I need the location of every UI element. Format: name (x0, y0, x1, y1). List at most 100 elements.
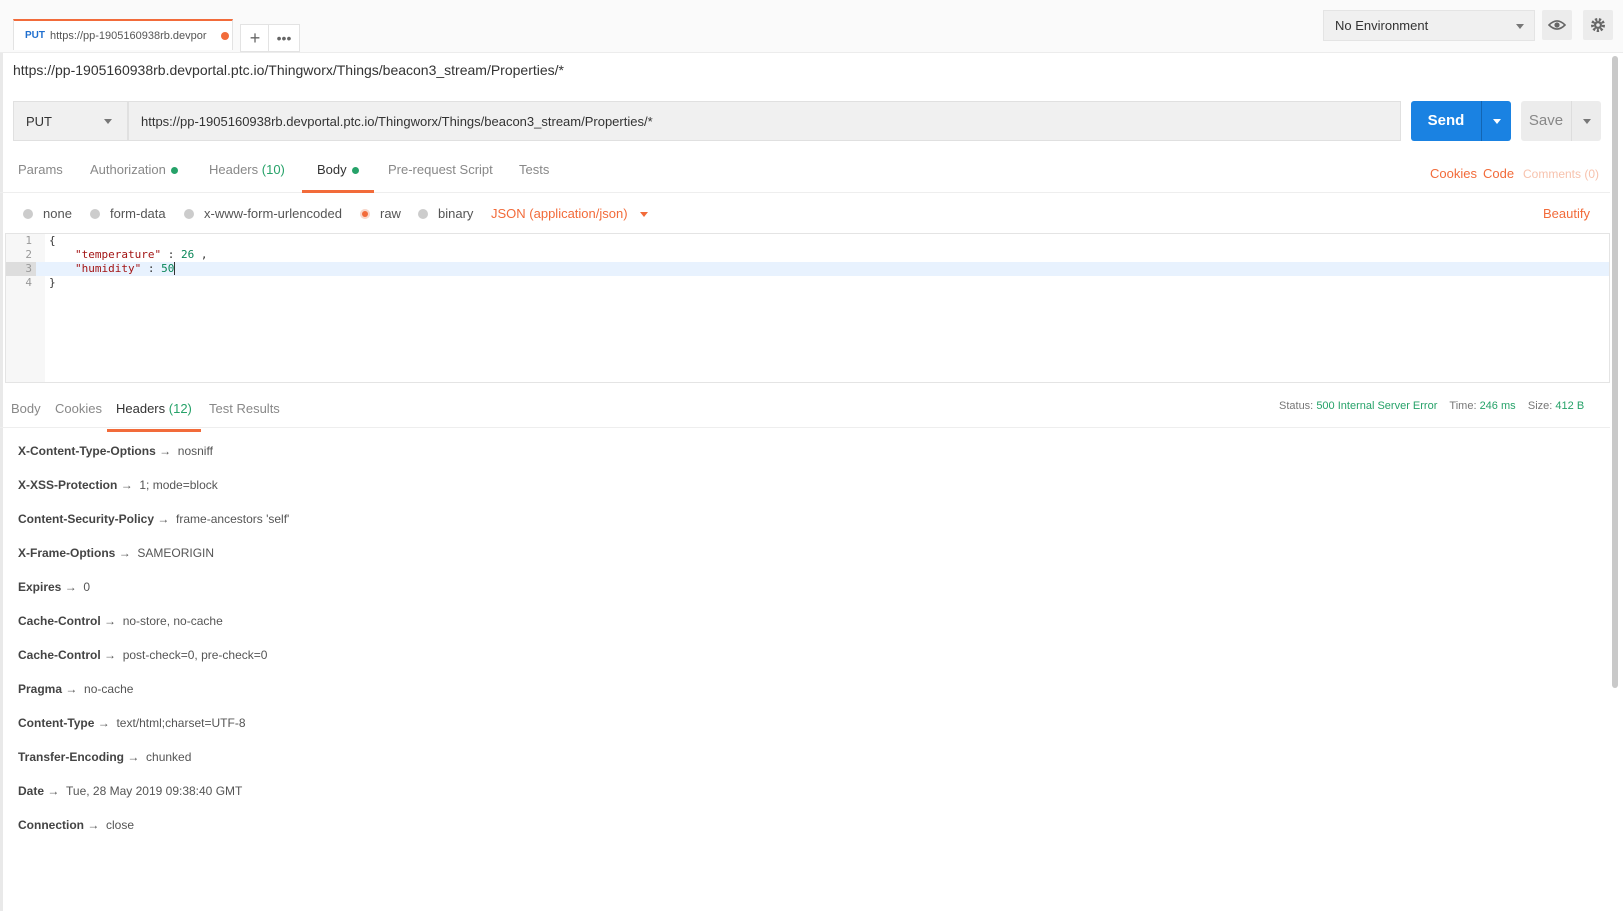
radio-form-data[interactable]: form-data (90, 206, 166, 221)
header-key: Expires (18, 580, 62, 594)
header-row: Cache-Control → post-check=0, pre-check=… (18, 648, 289, 682)
new-tab-button[interactable]: + (240, 24, 270, 52)
tab-tests[interactable]: Tests (519, 152, 549, 190)
editor-line-current: 3 "humidity" : 50 (6, 262, 1609, 276)
header-row: Connection → close (18, 818, 289, 852)
tab-response-body[interactable]: Body (11, 391, 41, 429)
chevron-down-icon (639, 212, 648, 218)
json-value: 26 (180, 248, 195, 261)
header-key: X-XSS-Protection (18, 478, 118, 492)
radio-raw[interactable]: raw (360, 206, 401, 221)
request-tab-method: PUT (25, 30, 45, 41)
body-editor[interactable]: 1 { 2 "temperature" : 26 , 3 "humidity" … (5, 233, 1610, 383)
arrow-icon: → (47, 784, 60, 798)
header-key: Cache-Control (18, 648, 101, 662)
cookies-link[interactable]: Cookies (1430, 166, 1477, 181)
header-key: Pragma (18, 682, 63, 696)
header-row: X-Content-Type-Options → nosniff (18, 444, 289, 478)
http-method-select[interactable]: PUT (13, 101, 128, 141)
environment-select[interactable]: No Environment (1323, 10, 1535, 41)
comments-link[interactable]: Comments (0) (1523, 167, 1599, 181)
body-format-select[interactable]: JSON (application/json) (491, 206, 648, 221)
radio-circle-selected (360, 208, 370, 219)
header-key: Content-Security-Policy (18, 512, 155, 526)
tab-prerequest-label: Pre-request Script (388, 162, 493, 177)
json-key: "humidity" (75, 262, 142, 275)
radio-circle (184, 208, 194, 219)
beautify-link[interactable]: Beautify (1543, 206, 1590, 221)
response-status: Status: 500 Internal Server Error Time: … (1279, 400, 1584, 412)
header-row: Transfer-Encoding → chunked (18, 750, 289, 784)
tab-body[interactable]: Body (302, 152, 374, 193)
json-value: 50 (161, 262, 175, 275)
json-key: "temperature" (75, 248, 162, 261)
tab-response-cookies[interactable]: Cookies (55, 391, 102, 429)
tab-authorization[interactable]: Authorization (90, 152, 178, 190)
tab-headers-label: Headers (209, 162, 259, 177)
status-dot-icon (351, 167, 359, 175)
tab-options-button[interactable]: ••• (268, 24, 300, 52)
tab-test-results[interactable]: Test Results (209, 391, 280, 429)
radio-none[interactable]: none (23, 206, 72, 221)
header-value: chunked (146, 750, 192, 764)
request-tab[interactable]: PUT https://pp-1905160938rb.devpor (13, 19, 233, 50)
save-button[interactable]: Save (1521, 101, 1601, 141)
text-cursor (174, 262, 176, 275)
tab-body-label: Body (317, 162, 347, 177)
plus-icon: + (249, 27, 261, 48)
header-row: X-XSS-Protection → 1; mode=block (18, 478, 289, 512)
json-sep: : (161, 248, 181, 261)
tab-params[interactable]: Params (18, 152, 63, 190)
request-tab-url: https://pp-1905160938rb.devpor (50, 29, 207, 42)
environment-quick-look-button[interactable] (1542, 10, 1572, 40)
header-key: X-Frame-Options (18, 546, 116, 560)
tab-response-headers[interactable]: Headers (12) (107, 391, 201, 432)
header-value: post-check=0, pre-check=0 (122, 648, 268, 662)
send-button[interactable]: Send (1411, 101, 1511, 141)
json-comma: , (194, 248, 208, 261)
arrow-icon: → (159, 444, 172, 458)
size-value[interactable]: 412 B (1555, 400, 1584, 412)
tab-response-headers-count: (12) (168, 401, 192, 416)
tab-prerequest-script[interactable]: Pre-request Script (388, 152, 493, 190)
header-value: no-store, no-cache (122, 614, 223, 628)
send-label: Send (1427, 112, 1465, 129)
header-row: Date → Tue, 28 May 2019 09:38:40 GMT (18, 784, 289, 818)
line-code: "humidity" : 50 (75, 262, 176, 276)
line-number: 1 (25, 234, 32, 247)
tab-headers[interactable]: Headers (10) (209, 152, 285, 190)
arrow-icon: → (65, 682, 78, 696)
radio-form-data-label: form-data (110, 206, 166, 221)
unsaved-dot-icon (221, 31, 229, 40)
header-row: Expires → 0 (18, 580, 289, 614)
settings-button[interactable] (1583, 10, 1613, 40)
code-link[interactable]: Code (1483, 166, 1514, 181)
save-options-button[interactable] (1571, 101, 1602, 141)
radio-raw-label: raw (380, 206, 401, 221)
time-value[interactable]: 246 ms (1480, 400, 1516, 412)
radio-circle (90, 208, 100, 219)
radio-urlencoded[interactable]: x-www-form-urlencoded (184, 206, 342, 221)
header-key: Content-Type (18, 716, 95, 730)
request-tabs: Params Authorization Headers (10) Body P… (0, 152, 1610, 193)
url-input[interactable]: https://pp-1905160938rb.devportal.ptc.io… (128, 101, 1401, 141)
vertical-scrollbar[interactable] (1612, 56, 1618, 688)
body-type-options: none form-data x-www-form-urlencoded raw… (0, 196, 1610, 230)
arrow-icon: → (127, 750, 140, 764)
chevron-down-icon (104, 119, 112, 124)
status-value[interactable]: 500 Internal Server Error (1316, 400, 1437, 412)
send-options-button[interactable] (1481, 101, 1512, 141)
chevron-down-icon (1583, 118, 1591, 124)
arrow-icon: → (120, 478, 133, 492)
tab-params-label: Params (18, 162, 63, 177)
brace-close: } (49, 276, 56, 289)
header-key: Connection (18, 818, 84, 832)
header-value: frame-ancestors 'self' (176, 512, 290, 526)
radio-binary[interactable]: binary (418, 206, 473, 221)
line-code: } (49, 276, 56, 290)
line-number: 3 (6, 262, 36, 276)
arrow-icon: → (97, 716, 110, 730)
arrow-icon: → (118, 546, 131, 560)
request-title[interactable]: https://pp-1905160938rb.devportal.ptc.io… (13, 62, 564, 78)
tab-response-headers-label: Headers (116, 401, 166, 416)
